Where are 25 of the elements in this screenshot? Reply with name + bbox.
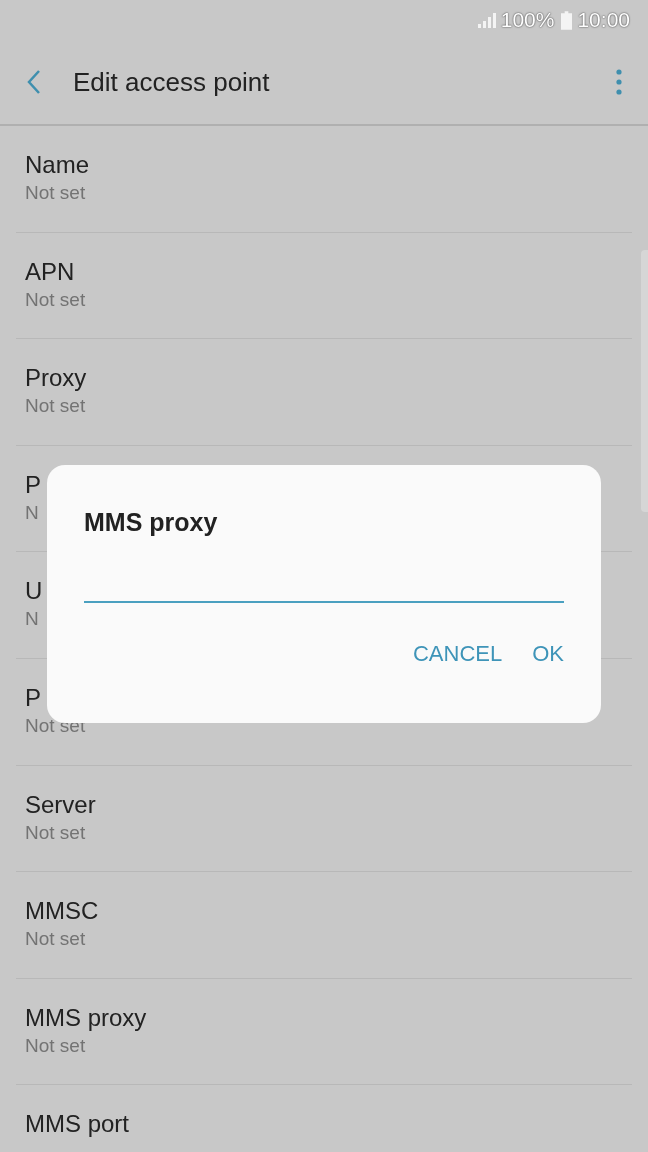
setting-title[interactable]: Server <box>25 789 96 820</box>
dialog-title: MMS proxy <box>84 507 218 537</box>
setting-title[interactable]: MMSC <box>25 896 99 927</box>
back-icon[interactable] <box>26 69 42 95</box>
setting-value: Not set <box>25 1033 86 1058</box>
setting-value: Not set <box>25 287 86 312</box>
signal-icon <box>475 12 496 28</box>
battery-percent: 100% <box>500 8 555 32</box>
screen-title: Edit access point <box>73 66 271 98</box>
setting-title[interactable]: APN <box>25 256 75 287</box>
setting-value: Not set <box>25 927 86 952</box>
battery-icon <box>561 10 573 30</box>
setting-title[interactable]: Proxy <box>25 363 87 394</box>
setting-title[interactable]: P <box>25 682 41 713</box>
setting-value: Not set <box>25 394 86 419</box>
setting-value: Not set <box>25 820 86 845</box>
setting-title[interactable]: U <box>25 576 43 607</box>
more-options-icon[interactable] <box>616 69 622 95</box>
setting-title[interactable]: Name <box>25 150 90 180</box>
setting-value: N <box>25 607 39 632</box>
setting-title[interactable]: MMS proxy <box>25 1002 147 1033</box>
setting-value: Not set <box>25 181 86 205</box>
setting-title[interactable]: P <box>25 469 41 500</box>
setting-title[interactable]: MMS port <box>25 1109 129 1140</box>
setting-value: N <box>25 500 39 525</box>
